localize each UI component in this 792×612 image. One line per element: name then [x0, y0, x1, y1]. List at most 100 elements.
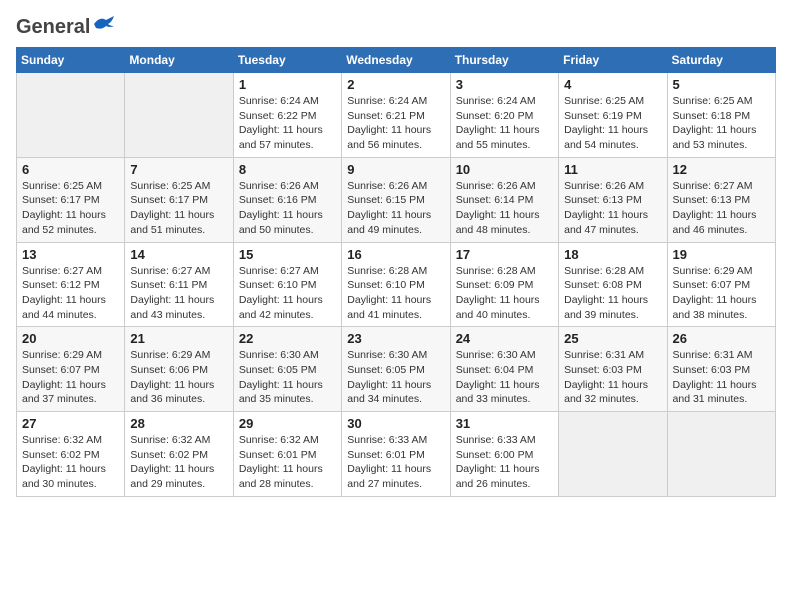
- day-detail: Sunrise: 6:29 AM Sunset: 6:07 PM Dayligh…: [22, 348, 119, 407]
- day-number: 1: [239, 77, 336, 92]
- calendar-cell: 15 Sunrise: 6:27 AM Sunset: 6:10 PM Dayli…: [233, 242, 341, 327]
- day-number: 12: [673, 162, 770, 177]
- page-header: General: [16, 16, 776, 35]
- day-detail: Sunrise: 6:32 AM Sunset: 6:02 PM Dayligh…: [22, 433, 119, 492]
- day-detail: Sunrise: 6:32 AM Sunset: 6:01 PM Dayligh…: [239, 433, 336, 492]
- day-detail: Sunrise: 6:26 AM Sunset: 6:13 PM Dayligh…: [564, 179, 661, 238]
- day-number: 5: [673, 77, 770, 92]
- day-number: 13: [22, 247, 119, 262]
- day-number: 15: [239, 247, 336, 262]
- calendar-cell: 9 Sunrise: 6:26 AM Sunset: 6:15 PM Daylig…: [342, 157, 450, 242]
- calendar-week-row: 6 Sunrise: 6:25 AM Sunset: 6:17 PM Daylig…: [17, 157, 776, 242]
- day-number: 29: [239, 416, 336, 431]
- logo-text: General: [16, 16, 90, 39]
- day-detail: Sunrise: 6:30 AM Sunset: 6:05 PM Dayligh…: [347, 348, 444, 407]
- calendar-cell: [17, 73, 125, 158]
- calendar-cell: 11 Sunrise: 6:26 AM Sunset: 6:13 PM Dayli…: [559, 157, 667, 242]
- day-detail: Sunrise: 6:31 AM Sunset: 6:03 PM Dayligh…: [673, 348, 770, 407]
- calendar-cell: 21 Sunrise: 6:29 AM Sunset: 6:06 PM Dayli…: [125, 327, 233, 412]
- calendar-cell: 20 Sunrise: 6:29 AM Sunset: 6:07 PM Dayli…: [17, 327, 125, 412]
- calendar-week-row: 13 Sunrise: 6:27 AM Sunset: 6:12 PM Dayli…: [17, 242, 776, 327]
- calendar-cell: 10 Sunrise: 6:26 AM Sunset: 6:14 PM Dayli…: [450, 157, 558, 242]
- day-detail: Sunrise: 6:26 AM Sunset: 6:15 PM Dayligh…: [347, 179, 444, 238]
- day-number: 9: [347, 162, 444, 177]
- calendar-cell: 2Sunrise: 6:24 AM Sunset: 6:21 PM Daylig…: [342, 73, 450, 158]
- calendar-week-row: 1 Sunrise: 6:24 AM Sunset: 6:22 PM Daylig…: [17, 73, 776, 158]
- calendar-cell: [667, 412, 775, 497]
- weekday-header: Thursday: [450, 48, 558, 73]
- day-detail: Sunrise: 6:28 AM Sunset: 6:09 PM Dayligh…: [456, 264, 553, 323]
- day-number: 31: [456, 416, 553, 431]
- calendar-body: 1 Sunrise: 6:24 AM Sunset: 6:22 PM Daylig…: [17, 73, 776, 497]
- day-number: 19: [673, 247, 770, 262]
- day-number: 27: [22, 416, 119, 431]
- day-detail: Sunrise: 6:25 AM Sunset: 6:17 PM Dayligh…: [22, 179, 119, 238]
- day-number: 4: [564, 77, 661, 92]
- day-number: 8: [239, 162, 336, 177]
- day-number: 22: [239, 331, 336, 346]
- day-number: 11: [564, 162, 661, 177]
- calendar-cell: 24Sunrise: 6:30 AM Sunset: 6:04 PM Dayli…: [450, 327, 558, 412]
- calendar-cell: 8 Sunrise: 6:26 AM Sunset: 6:16 PM Daylig…: [233, 157, 341, 242]
- calendar-cell: [559, 412, 667, 497]
- day-detail: Sunrise: 6:28 AM Sunset: 6:10 PM Dayligh…: [347, 264, 444, 323]
- weekday-header: Saturday: [667, 48, 775, 73]
- weekday-header: Friday: [559, 48, 667, 73]
- day-number: 20: [22, 331, 119, 346]
- day-detail: Sunrise: 6:27 AM Sunset: 6:12 PM Dayligh…: [22, 264, 119, 323]
- weekday-header: Sunday: [17, 48, 125, 73]
- day-number: 17: [456, 247, 553, 262]
- calendar-week-row: 20 Sunrise: 6:29 AM Sunset: 6:07 PM Dayli…: [17, 327, 776, 412]
- day-detail: Sunrise: 6:27 AM Sunset: 6:10 PM Dayligh…: [239, 264, 336, 323]
- day-number: 2: [347, 77, 444, 92]
- calendar-cell: 6 Sunrise: 6:25 AM Sunset: 6:17 PM Daylig…: [17, 157, 125, 242]
- calendar-cell: 27 Sunrise: 6:32 AM Sunset: 6:02 PM Dayli…: [17, 412, 125, 497]
- day-detail: Sunrise: 6:26 AM Sunset: 6:14 PM Dayligh…: [456, 179, 553, 238]
- day-detail: Sunrise: 6:29 AM Sunset: 6:07 PM Dayligh…: [673, 264, 770, 323]
- calendar-cell: 7Sunrise: 6:25 AM Sunset: 6:17 PM Daylig…: [125, 157, 233, 242]
- calendar-cell: 23Sunrise: 6:30 AM Sunset: 6:05 PM Dayli…: [342, 327, 450, 412]
- day-number: 28: [130, 416, 227, 431]
- day-detail: Sunrise: 6:24 AM Sunset: 6:20 PM Dayligh…: [456, 94, 553, 153]
- calendar-cell: 4 Sunrise: 6:25 AM Sunset: 6:19 PM Daylig…: [559, 73, 667, 158]
- calendar-table: SundayMondayTuesdayWednesdayThursdayFrid…: [16, 47, 776, 497]
- weekday-header: Monday: [125, 48, 233, 73]
- calendar-cell: 31 Sunrise: 6:33 AM Sunset: 6:00 PM Dayli…: [450, 412, 558, 497]
- calendar-cell: 19 Sunrise: 6:29 AM Sunset: 6:07 PM Dayli…: [667, 242, 775, 327]
- logo-block: General: [16, 16, 114, 35]
- calendar-cell: 3 Sunrise: 6:24 AM Sunset: 6:20 PM Daylig…: [450, 73, 558, 158]
- day-detail: Sunrise: 6:27 AM Sunset: 6:13 PM Dayligh…: [673, 179, 770, 238]
- day-detail: Sunrise: 6:32 AM Sunset: 6:02 PM Dayligh…: [130, 433, 227, 492]
- day-detail: Sunrise: 6:25 AM Sunset: 6:17 PM Dayligh…: [130, 179, 227, 238]
- day-number: 21: [130, 331, 227, 346]
- day-detail: Sunrise: 6:25 AM Sunset: 6:19 PM Dayligh…: [564, 94, 661, 153]
- day-number: 10: [456, 162, 553, 177]
- day-detail: Sunrise: 6:24 AM Sunset: 6:22 PM Dayligh…: [239, 94, 336, 153]
- calendar-cell: 12 Sunrise: 6:27 AM Sunset: 6:13 PM Dayli…: [667, 157, 775, 242]
- logo-bird-icon: [92, 16, 114, 32]
- calendar-cell: 25Sunrise: 6:31 AM Sunset: 6:03 PM Dayli…: [559, 327, 667, 412]
- calendar-cell: 16 Sunrise: 6:28 AM Sunset: 6:10 PM Dayli…: [342, 242, 450, 327]
- weekday-row: SundayMondayTuesdayWednesdayThursdayFrid…: [17, 48, 776, 73]
- day-detail: Sunrise: 6:30 AM Sunset: 6:05 PM Dayligh…: [239, 348, 336, 407]
- calendar-cell: 29 Sunrise: 6:32 AM Sunset: 6:01 PM Dayli…: [233, 412, 341, 497]
- calendar-cell: 28 Sunrise: 6:32 AM Sunset: 6:02 PM Dayli…: [125, 412, 233, 497]
- day-number: 6: [22, 162, 119, 177]
- calendar-cell: 30Sunrise: 6:33 AM Sunset: 6:01 PM Dayli…: [342, 412, 450, 497]
- day-detail: Sunrise: 6:29 AM Sunset: 6:06 PM Dayligh…: [130, 348, 227, 407]
- day-detail: Sunrise: 6:30 AM Sunset: 6:04 PM Dayligh…: [456, 348, 553, 407]
- calendar-cell: 1 Sunrise: 6:24 AM Sunset: 6:22 PM Daylig…: [233, 73, 341, 158]
- day-detail: Sunrise: 6:26 AM Sunset: 6:16 PM Dayligh…: [239, 179, 336, 238]
- day-detail: Sunrise: 6:33 AM Sunset: 6:00 PM Dayligh…: [456, 433, 553, 492]
- day-number: 25: [564, 331, 661, 346]
- calendar-cell: [125, 73, 233, 158]
- logo: General: [16, 16, 114, 35]
- calendar-week-row: 27 Sunrise: 6:32 AM Sunset: 6:02 PM Dayli…: [17, 412, 776, 497]
- day-number: 16: [347, 247, 444, 262]
- day-detail: Sunrise: 6:27 AM Sunset: 6:11 PM Dayligh…: [130, 264, 227, 323]
- calendar-cell: 17 Sunrise: 6:28 AM Sunset: 6:09 PM Dayli…: [450, 242, 558, 327]
- calendar-header: SundayMondayTuesdayWednesdayThursdayFrid…: [17, 48, 776, 73]
- day-number: 3: [456, 77, 553, 92]
- day-number: 26: [673, 331, 770, 346]
- day-number: 14: [130, 247, 227, 262]
